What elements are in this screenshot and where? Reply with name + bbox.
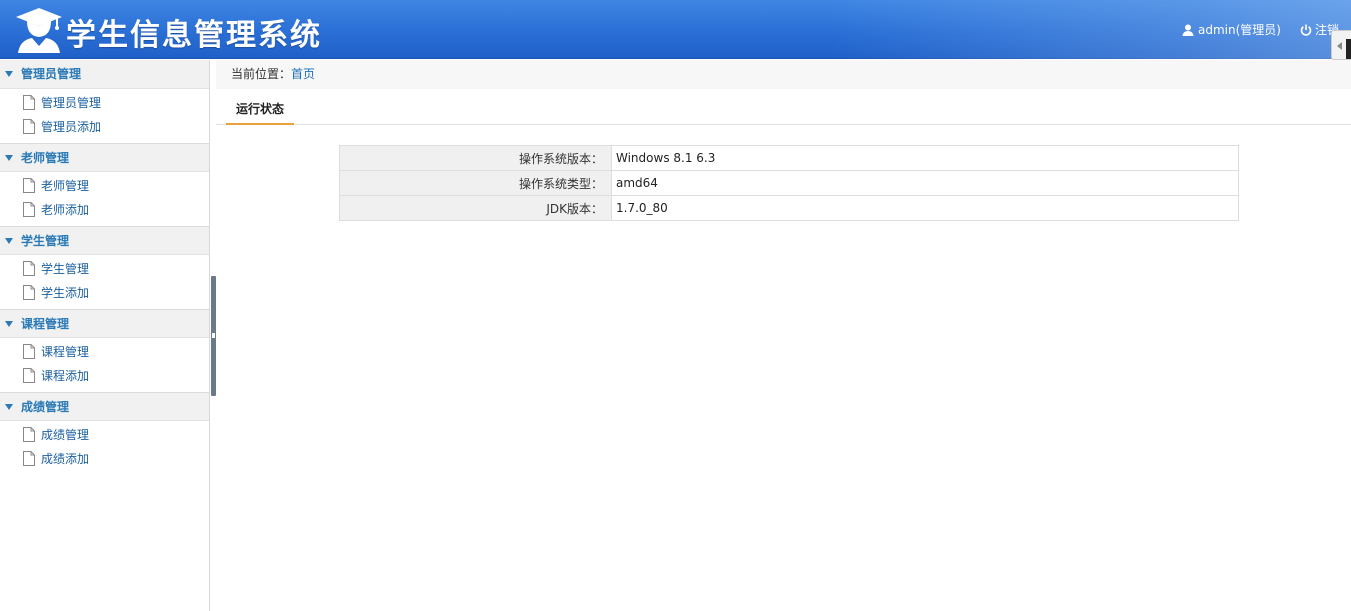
main-content: 当前位置：首页 运行状态 操作系统版本： Windows 8.1 6.3 操作系… [216, 60, 1351, 611]
row-value: Windows 8.1 6.3 [611, 145, 1239, 171]
document-icon [23, 119, 35, 134]
table-row: 操作系统版本： Windows 8.1 6.3 [339, 145, 1239, 171]
table-row: 操作系统类型： amd64 [339, 170, 1239, 196]
menu-group-score[interactable]: 成绩管理 [0, 392, 209, 421]
menu-item-student-add[interactable]: 学生添加 [0, 281, 209, 305]
menu-group-student[interactable]: 学生管理 [0, 226, 209, 255]
document-icon [23, 344, 35, 359]
user-icon [1182, 24, 1194, 36]
caret-down-icon [5, 404, 13, 410]
menu-item-student-manage[interactable]: 学生管理 [0, 257, 209, 281]
document-icon [23, 368, 35, 383]
app-title: 学生信息管理系统 [66, 18, 322, 53]
table-row: JDK版本： 1.7.0_80 [339, 195, 1239, 221]
breadcrumb: 当前位置：首页 [216, 60, 1351, 89]
menu-item-course-add[interactable]: 课程添加 [0, 364, 209, 388]
tab-run-status[interactable]: 运行状态 [226, 95, 295, 125]
document-icon [23, 427, 35, 442]
menu-item-admin-manage[interactable]: 管理员管理 [0, 91, 209, 115]
caret-down-icon [5, 321, 13, 327]
caret-down-icon [5, 155, 13, 161]
current-user[interactable]: admin(管理员) [1182, 21, 1281, 38]
row-value: 1.7.0_80 [611, 195, 1239, 221]
row-key: 操作系统类型： [339, 170, 612, 196]
document-icon [23, 95, 35, 110]
menu-item-teacher-add[interactable]: 老师添加 [0, 198, 209, 222]
grip-icon [212, 333, 215, 338]
document-icon [23, 178, 35, 193]
document-icon [23, 451, 35, 466]
menu-item-score-add[interactable]: 成绩添加 [0, 447, 209, 471]
menu-group-teacher[interactable]: 老师管理 [0, 143, 209, 172]
breadcrumb-prefix: 当前位置： [231, 67, 292, 81]
row-value: amd64 [611, 170, 1239, 196]
menu-item-teacher-manage[interactable]: 老师管理 [0, 174, 209, 198]
menu-item-admin-add[interactable]: 管理员添加 [0, 115, 209, 139]
menu-group-course[interactable]: 课程管理 [0, 309, 209, 338]
caret-left-icon [1337, 42, 1342, 50]
document-icon [23, 261, 35, 276]
row-key: 操作系统版本： [339, 145, 612, 171]
document-icon [23, 202, 35, 217]
sidebar: 管理员管理 管理员管理 管理员添加 老师管理 老师管理 老师添加 学生管理 学生 [0, 60, 210, 611]
menu-group-admin[interactable]: 管理员管理 [0, 60, 209, 89]
menu-item-score-manage[interactable]: 成绩管理 [0, 423, 209, 447]
caret-down-icon [5, 71, 13, 77]
breadcrumb-home-link[interactable]: 首页 [291, 67, 315, 81]
document-icon [23, 285, 35, 300]
graduate-logo-icon [16, 8, 62, 53]
power-icon [1300, 24, 1312, 36]
app-header: 学生信息管理系统 admin(管理员) 注销 [0, 0, 1351, 60]
row-key: JDK版本： [339, 195, 612, 221]
tab-bar: 运行状态 [216, 89, 1351, 125]
system-info-table: 操作系统版本： Windows 8.1 6.3 操作系统类型： amd64 JD… [339, 145, 1239, 221]
menu-item-course-manage[interactable]: 课程管理 [0, 340, 209, 364]
caret-down-icon [5, 238, 13, 244]
current-user-label: admin(管理员) [1198, 23, 1281, 37]
collapse-header-toggle[interactable] [1331, 30, 1351, 60]
